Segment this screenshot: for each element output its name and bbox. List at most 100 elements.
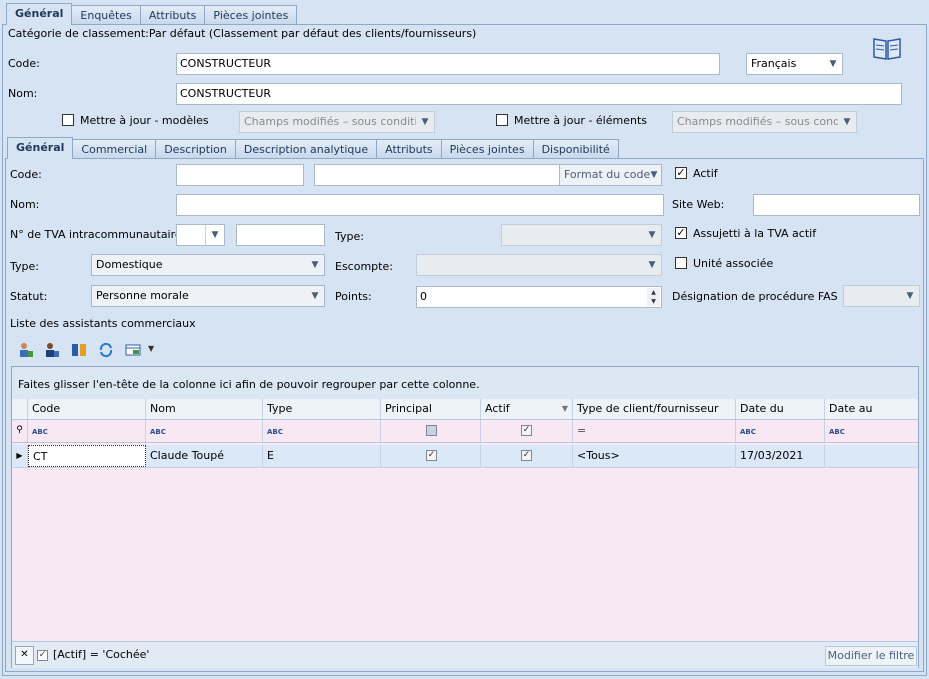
abc-icon: ABC [829, 428, 845, 436]
filter-enable-checkbox[interactable]: ✓ [37, 650, 48, 661]
filter-date-au[interactable]: ABC [825, 420, 918, 442]
cell-type-client[interactable]: <Tous> [573, 445, 736, 467]
header-indicator [12, 399, 28, 419]
tab-inner-general[interactable]: Général [7, 137, 74, 159]
unite-checkbox[interactable] [675, 257, 687, 269]
header-actif-label: Actif [485, 402, 510, 415]
book-icon[interactable] [872, 35, 902, 61]
site-web-input[interactable] [753, 194, 920, 216]
header-principal[interactable]: Principal [381, 399, 481, 419]
filter-principal[interactable] [381, 420, 481, 442]
filter-icon[interactable]: ▼ [562, 399, 568, 418]
tab-enquetes[interactable]: Enquêtes [71, 5, 141, 24]
filter-code[interactable]: ABC [28, 420, 146, 442]
cell-nom[interactable]: Claude Toupé [146, 445, 263, 467]
language-value: Français [751, 57, 797, 70]
tva-input[interactable] [236, 224, 325, 246]
update-elements-select[interactable]: Champs modifiés – sous condit ▼ [672, 111, 857, 133]
tab-pieces-jointes[interactable]: Pièces jointes [204, 5, 298, 24]
form-code-input[interactable] [176, 164, 304, 186]
group-panel[interactable]: Faites glisser l'en-tête de la colonne i… [12, 367, 918, 400]
type-select[interactable]: ▼ [501, 224, 662, 246]
update-models-select[interactable]: Champs modifiés – sous condition ▼ [239, 111, 435, 133]
code-format-label: Format du code [564, 168, 651, 181]
filter-type-client[interactable]: = [573, 420, 736, 442]
header-type-client[interactable]: Type de client/fournisseur [573, 399, 736, 419]
principal-checkbox[interactable]: ✓ [426, 450, 437, 461]
filter-type[interactable]: ABC [263, 420, 381, 442]
abc-icon: ABC [150, 428, 166, 436]
header-actif[interactable]: Actif ▼ [481, 399, 573, 419]
chevron-down-icon: ▼ [311, 260, 319, 270]
assujetti-label: Assujetti à la TVA actif [693, 227, 817, 240]
spinner-icon[interactable]: ▲ ▼ [647, 288, 660, 306]
language-select[interactable]: Français ▼ [746, 53, 843, 75]
form-nom-input[interactable] [176, 194, 664, 216]
actif-label: Actif [693, 167, 718, 180]
assistants-title: Liste des assistants commerciaux [10, 317, 196, 330]
header-code[interactable]: Code [28, 399, 146, 419]
tab-inner-pieces-jointes[interactable]: Pièces jointes [440, 139, 534, 158]
filter-nom[interactable]: ABC [146, 420, 263, 442]
cell-code[interactable]: CT [28, 445, 146, 467]
code-input[interactable]: CONSTRUCTEUR [176, 53, 720, 75]
form-code-format-input[interactable] [314, 164, 562, 186]
add-person-icon[interactable] [18, 342, 34, 358]
tab-attributs[interactable]: Attributs [139, 5, 206, 24]
row-indicator-icon: ▶ [12, 445, 28, 467]
filter-principal-checkbox[interactable] [426, 425, 437, 436]
cell-date-au[interactable] [825, 445, 918, 467]
nom-label: Nom: [8, 87, 38, 100]
header-date-du[interactable]: Date du [736, 399, 825, 419]
tva-label: N° de TVA intracommunautaire: [10, 228, 186, 241]
actif-row-checkbox[interactable]: ✓ [521, 450, 532, 461]
update-elements-checkbox[interactable] [496, 114, 508, 126]
tab-commercial[interactable]: Commercial [72, 139, 157, 158]
refresh-icon[interactable] [98, 342, 114, 358]
update-models-value: Champs modifiés – sous condition [244, 115, 432, 128]
cell-date-du[interactable]: 17/03/2021 [736, 445, 825, 467]
toolbar-dropdown-icon[interactable]: ▼ [148, 344, 154, 353]
update-elements-label: Mettre à jour - éléments [514, 114, 647, 127]
book-columns-icon[interactable] [71, 342, 87, 358]
chevron-down-icon: ▼ [648, 260, 656, 270]
tva-prefix-select[interactable]: ▼ [176, 224, 225, 246]
tab-general[interactable]: Général [6, 3, 73, 25]
filter-actif-checkbox[interactable]: ✓ [521, 425, 532, 436]
code-format-button[interactable]: Format du code ▼ [559, 164, 662, 186]
modify-filter-button[interactable]: Modifier le filtre [825, 646, 917, 666]
inner-tabs: Général Commercial Description Descripti… [7, 137, 619, 159]
points-input[interactable]: 0 ▲ ▼ [416, 286, 662, 308]
cell-actif[interactable]: ✓ [481, 445, 573, 467]
escompte-select[interactable]: ▼ [416, 254, 662, 276]
header-nom[interactable]: Nom [146, 399, 263, 419]
table-row[interactable]: ▶ CT Claude Toupé E ✓ ✓ <Tous> 17/03/202… [12, 445, 918, 468]
filter-expression: [Actif] = 'Cochée' [53, 648, 150, 661]
update-models-checkbox[interactable] [62, 114, 74, 126]
type2-select[interactable]: Domestique ▼ [91, 254, 325, 276]
edit-person-icon[interactable] [44, 342, 60, 358]
header-date-au[interactable]: Date au [825, 399, 918, 419]
actif-checkbox[interactable]: ✓ [675, 167, 687, 179]
cell-type[interactable]: E [263, 445, 381, 467]
chevron-down-icon: ▼ [205, 225, 224, 245]
grid-export-icon[interactable] [125, 342, 141, 358]
update-elements-value: Champs modifiés – sous condit [677, 115, 848, 128]
form-code-label: Code: [10, 168, 42, 181]
type2-label: Type: [10, 260, 39, 273]
filter-date-du[interactable]: ABC [736, 420, 825, 442]
filter-actif[interactable]: ✓ [481, 420, 573, 442]
fas-select[interactable]: ▼ [843, 285, 920, 307]
assujetti-checkbox[interactable]: ✓ [675, 227, 687, 239]
header-type[interactable]: Type [263, 399, 381, 419]
nom-input[interactable]: CONSTRUCTEUR [176, 83, 902, 105]
cell-principal[interactable]: ✓ [381, 445, 481, 467]
statut-select[interactable]: Personne morale ▼ [91, 285, 325, 307]
tab-disponibilite[interactable]: Disponibilité [532, 139, 619, 158]
tab-description[interactable]: Description [155, 139, 236, 158]
pin-icon[interactable]: ⚲ [12, 420, 28, 442]
clear-filter-button[interactable]: ✕ [15, 646, 34, 665]
tab-description-analytique[interactable]: Description analytique [234, 139, 378, 158]
escompte-label: Escompte: [335, 260, 393, 273]
tab-inner-attributs[interactable]: Attributs [376, 139, 442, 158]
